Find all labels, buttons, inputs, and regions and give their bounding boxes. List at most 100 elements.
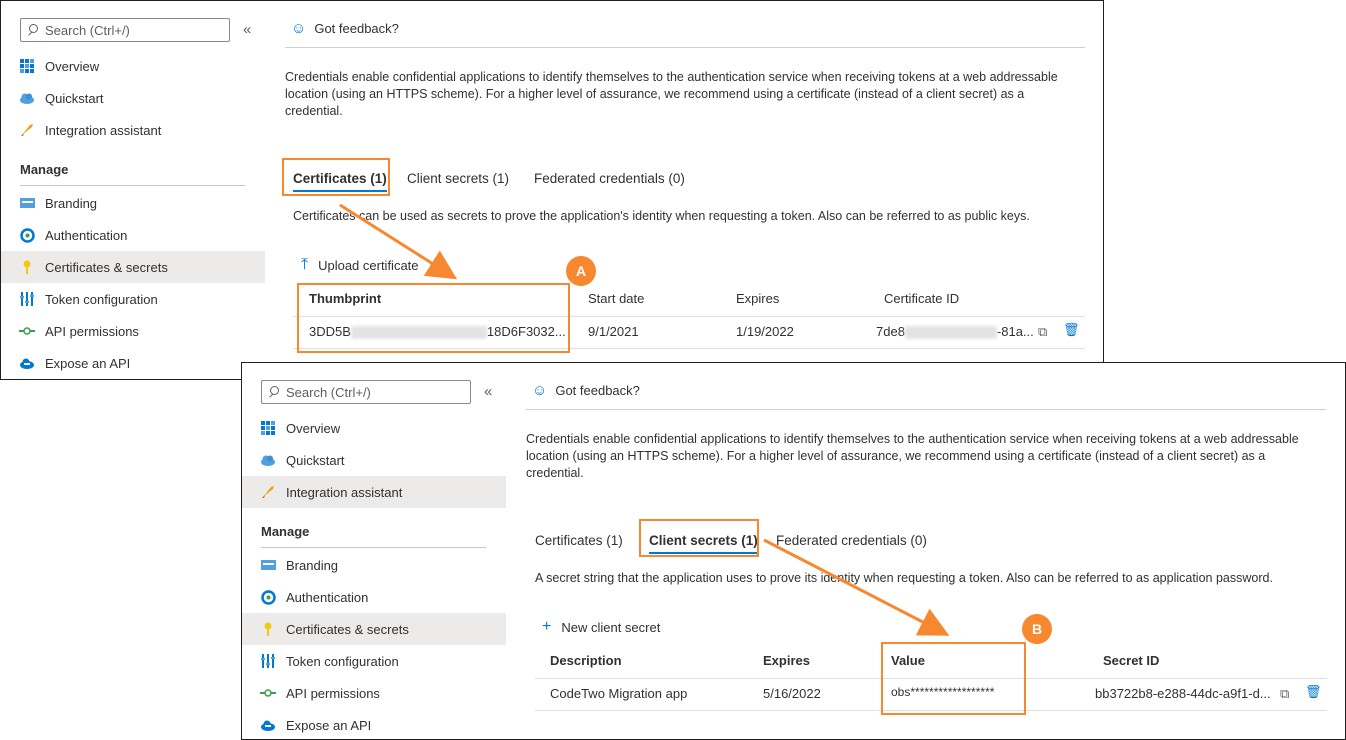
highlight-certificates-tab: [282, 158, 390, 196]
column-header-expires: Expires: [736, 291, 780, 306]
tab-certificates[interactable]: Certificates (1): [535, 533, 623, 548]
manage-section-heading: Manage: [261, 524, 310, 539]
sidebar-item-label: Overview: [45, 58, 100, 74]
cell-expires: 5/16/2022: [763, 686, 821, 701]
column-header-start-date: Start date: [588, 291, 645, 306]
search-icon: [268, 386, 280, 398]
certificate-id-start: 7de8: [876, 324, 905, 339]
highlight-thumbprint: [297, 283, 570, 353]
sidebar-item-label: Integration assistant: [45, 122, 162, 138]
certificate-id-end: -81a...: [996, 324, 1034, 339]
sidebar-item-label: Overview: [286, 420, 341, 436]
sidebar-item-label: Token configuration: [45, 291, 158, 307]
grid-icon: [260, 420, 276, 436]
cloud-api-icon: [19, 355, 35, 371]
sidebar-item-label: Authentication: [286, 589, 369, 605]
api-icon: [260, 685, 276, 701]
divider: [526, 409, 1326, 410]
sidebar-item-certificates-secrets[interactable]: Certificates & secrets: [1, 251, 265, 283]
auth-icon: [19, 227, 35, 243]
search-icon: [27, 24, 39, 36]
cell-secret-id: bb3722b8-e288-44dc-a9f1-d...: [1095, 686, 1271, 701]
upload-icon: ⤒: [301, 256, 309, 273]
tab-federated-credentials[interactable]: Federated credentials (0): [776, 533, 927, 548]
column-header-description: Description: [550, 653, 622, 668]
sidebar-item-label: Quickstart: [286, 452, 345, 468]
search-placeholder: Search (Ctrl+/): [45, 22, 130, 38]
rocket-icon: [19, 122, 35, 138]
tab-hint: Certificates can be used as secrets to p…: [293, 209, 1030, 223]
sidebar-item-label: Expose an API: [45, 355, 131, 371]
key-icon: [260, 621, 276, 637]
action-label: Upload certificate: [318, 257, 419, 273]
feedback-button[interactable]: ☺ Got feedback?: [291, 20, 399, 37]
highlight-secret-value: [881, 642, 1026, 715]
sidebar-item-integration-assistant[interactable]: Integration assistant: [242, 476, 506, 508]
sidebar-item-overview[interactable]: Overview: [1, 50, 265, 82]
collapse-sidebar-button[interactable]: «: [484, 383, 492, 400]
column-header-certificate-id: Certificate ID: [884, 291, 960, 306]
redacted-text: [904, 326, 997, 340]
divider: [20, 185, 245, 186]
sidebar-item-integration-assistant[interactable]: Integration assistant: [1, 114, 265, 146]
cell-expires: 1/19/2022: [736, 324, 794, 339]
grid-icon: [19, 58, 35, 74]
feedback-icon: ☺: [291, 20, 307, 37]
divider: [261, 547, 486, 548]
column-header-expires: Expires: [763, 653, 810, 668]
credentials-description: Credentials enable confidential applicat…: [285, 70, 1058, 118]
action-label: New client secret: [561, 619, 661, 635]
sidebar-item-label: API permissions: [45, 323, 139, 339]
sidebar-item-token-configuration[interactable]: Token configuration: [1, 283, 265, 315]
sidebar-item-api-permissions[interactable]: API permissions: [242, 677, 506, 709]
client-secrets-window: Search (Ctrl+/) « Overview Quickstart In…: [241, 362, 1346, 740]
sidebar-item-quickstart[interactable]: Quickstart: [1, 82, 265, 114]
manage-section-heading: Manage: [20, 162, 69, 177]
feedback-button[interactable]: ☺ Got feedback?: [532, 382, 640, 399]
sidebar-item-authentication[interactable]: Authentication: [242, 581, 506, 613]
column-header-secret-id: Secret ID: [1103, 653, 1160, 668]
sidebar-item-branding[interactable]: Branding: [242, 549, 506, 581]
tab-federated-credentials[interactable]: Federated credentials (0): [534, 171, 685, 186]
cell-start-date: 9/1/2021: [588, 324, 639, 339]
sidebar-item-overview[interactable]: Overview: [242, 412, 506, 444]
search-placeholder: Search (Ctrl+/): [286, 384, 371, 400]
branding-icon: [19, 195, 35, 211]
cell-description: CodeTwo Migration app: [550, 686, 688, 701]
sidebar-item-expose-api[interactable]: Expose an API: [1, 347, 265, 379]
key-icon: [19, 259, 35, 275]
search-input[interactable]: Search (Ctrl+/): [261, 380, 471, 404]
sidebar-item-label: Certificates & secrets: [45, 259, 168, 275]
sidebar-item-certificates-secrets[interactable]: Certificates & secrets: [242, 613, 506, 645]
tab-hint: A secret string that the application use…: [535, 571, 1273, 585]
delete-icon[interactable]: 🗑: [1305, 684, 1322, 700]
callout-badge-a: A: [566, 256, 596, 286]
upload-certificate-button[interactable]: ⤒ Upload certificate: [301, 256, 419, 274]
sidebar-item-quickstart[interactable]: Quickstart: [242, 444, 506, 476]
sidebar-item-label: Branding: [286, 557, 339, 573]
sidebar-item-authentication[interactable]: Authentication: [1, 219, 265, 251]
delete-icon[interactable]: 🗑: [1063, 322, 1080, 338]
sidebar-item-label: Branding: [45, 195, 98, 211]
copy-icon[interactable]: ⧉: [1280, 686, 1289, 702]
token-icon: [260, 653, 276, 669]
copy-icon[interactable]: ⧉: [1038, 324, 1047, 340]
sidebar-item-token-configuration[interactable]: Token configuration: [242, 645, 506, 677]
cell-certificate-id: 7de8 -81a...: [876, 324, 1034, 340]
branding-icon: [260, 557, 276, 573]
tab-client-secrets[interactable]: Client secrets (1): [407, 171, 509, 186]
highlight-client-secrets-tab: [639, 519, 759, 557]
sidebar-item-api-permissions[interactable]: API permissions: [1, 315, 265, 347]
sidebar-item-branding[interactable]: Branding: [1, 187, 265, 219]
divider: [285, 47, 1085, 48]
token-icon: [19, 291, 35, 307]
rocket-icon: [260, 484, 276, 500]
cloud-icon: [19, 90, 35, 106]
sidebar-item-label: Token configuration: [286, 653, 399, 669]
search-input[interactable]: Search (Ctrl+/): [20, 18, 230, 42]
new-client-secret-button[interactable]: + New client secret: [542, 618, 660, 636]
collapse-sidebar-button[interactable]: «: [243, 21, 251, 38]
sidebar-item-expose-api[interactable]: Expose an API: [242, 709, 506, 739]
feedback-label: Got feedback?: [314, 21, 399, 36]
sidebar-item-label: Integration assistant: [286, 484, 403, 500]
